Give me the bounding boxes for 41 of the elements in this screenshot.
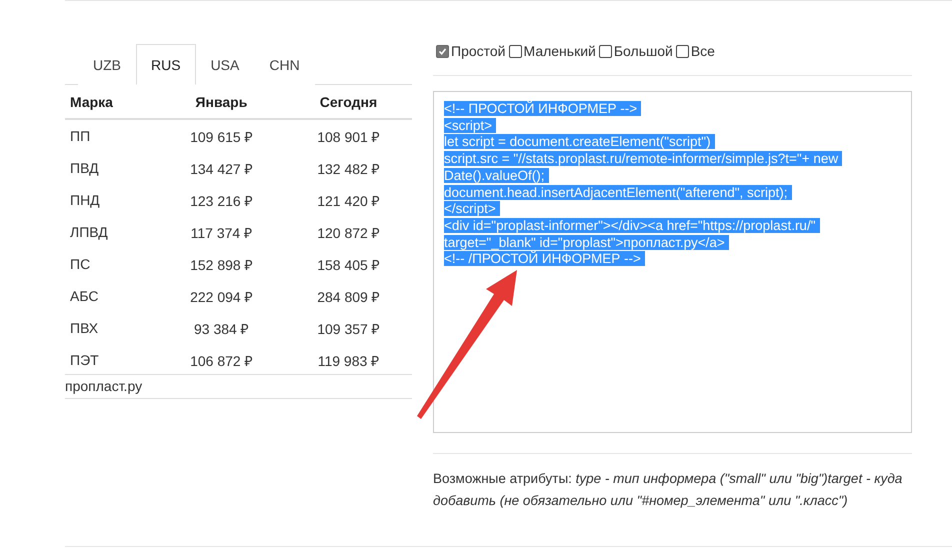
table-cell-text: 132 482 ₽ bbox=[316, 160, 381, 178]
table-cell-text: 117 374 ₽ bbox=[190, 224, 254, 242]
table-cell-text: 158 405 ₽ bbox=[316, 256, 381, 274]
table-cell-text: АБС bbox=[69, 287, 100, 306]
table-footer-text: пропласт.ру bbox=[65, 378, 142, 394]
table-cell-text: 134 427 ₽ bbox=[189, 160, 254, 178]
table-cell-text: ЛПВД bbox=[69, 223, 109, 242]
checkbox[interactable] bbox=[508, 44, 522, 58]
table-cell-text: 284 809 ₽ bbox=[316, 288, 381, 306]
checkbox-label: Простой bbox=[451, 43, 506, 59]
country-tab[interactable]: RUS bbox=[136, 44, 196, 85]
table-cell-text: 106 872 ₽ bbox=[189, 352, 254, 370]
checkbox-label: Маленький bbox=[524, 43, 596, 59]
column-header: Январь bbox=[158, 85, 285, 119]
checkbox[interactable] bbox=[676, 44, 689, 58]
table-cell-text: ПС bbox=[69, 255, 92, 274]
table-cell-text: 93 384 ₽ bbox=[193, 320, 250, 338]
table-cell-text: ПВХ bbox=[69, 319, 100, 338]
table-cell-text: 119 983 ₽ bbox=[316, 352, 380, 370]
column-header: Марка bbox=[65, 85, 158, 119]
table-cell-text: 120 872 ₽ bbox=[316, 224, 381, 242]
table-cell-text: 222 094 ₽ bbox=[189, 288, 254, 306]
column-header: Сегодня bbox=[284, 85, 412, 119]
checkbox[interactable] bbox=[436, 44, 449, 58]
table-cell-text: ПВД bbox=[69, 159, 100, 178]
country-tab[interactable]: USA bbox=[196, 44, 254, 85]
check-icon bbox=[438, 46, 447, 56]
table-cell-text: 152 898 ₽ bbox=[189, 256, 254, 274]
table-cell: 108 901 ₽ bbox=[284, 119, 412, 152]
attributes-description: Возможные атрибуты: type - тип информера ("small" или "big")target - куда добавить (не обязательно или "#номер_элемента" или ".класс") bbox=[433, 470, 904, 510]
table-cell-text: 121 420 ₽ bbox=[316, 192, 381, 210]
table-cell-text: ПЭТ bbox=[69, 351, 100, 370]
code-textarea[interactable] bbox=[433, 91, 912, 433]
table-cell-text: 109 357 ₽ bbox=[316, 320, 381, 338]
table-cell-text: 123 216 ₽ bbox=[189, 192, 254, 210]
table-cell: 109 615 ₽ bbox=[158, 119, 285, 152]
checkbox-label: Большой bbox=[614, 43, 673, 59]
checkbox-label: Все bbox=[690, 43, 715, 59]
checkbox[interactable] bbox=[598, 44, 612, 58]
table-cell-text: ПНД bbox=[69, 191, 101, 210]
table-cell: ПП bbox=[65, 119, 158, 152]
